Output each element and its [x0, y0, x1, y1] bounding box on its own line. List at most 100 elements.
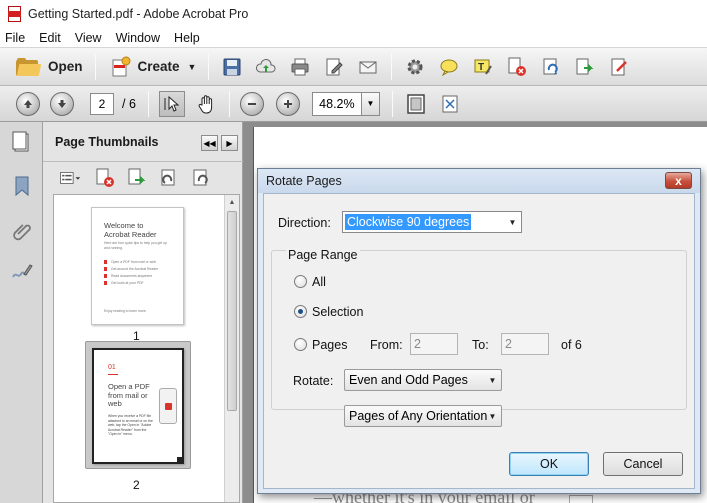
- options-menu-icon[interactable]: [56, 167, 84, 189]
- direction-select[interactable]: Clockwise 90 degrees ▼: [342, 211, 522, 233]
- toolbar-separator: [94, 53, 96, 80]
- menu-help[interactable]: Help: [167, 31, 207, 45]
- from-page-input[interactable]: 2: [410, 333, 458, 355]
- collapse-pane-button[interactable]: ◀◀: [201, 135, 218, 151]
- options-pane-button[interactable]: ▶: [221, 135, 238, 151]
- thumb-phone-image: [159, 388, 177, 424]
- thumbnail-page-1[interactable]: Welcome to Acrobat Reader Here are four …: [91, 207, 184, 325]
- thumb-list-item: Get tools at your PDF: [104, 281, 144, 285]
- zoom-out-button[interactable]: [239, 91, 264, 116]
- navigation-pane-strip: [0, 122, 43, 503]
- open-label: Open: [48, 59, 83, 74]
- toolbar-separator: [228, 90, 230, 117]
- dialog-close-button[interactable]: x: [665, 172, 692, 189]
- extract-icon[interactable]: [574, 56, 596, 78]
- previous-page-button[interactable]: [16, 91, 40, 116]
- select-tool-button[interactable]: [158, 90, 185, 117]
- hand-tool-icon[interactable]: [195, 93, 217, 115]
- close-icon: x: [675, 173, 682, 188]
- print-icon[interactable]: [289, 56, 311, 78]
- attachment-icon[interactable]: [10, 218, 34, 242]
- chevron-right-icon: ▶: [226, 138, 233, 148]
- page-thumbnails-pane: Page Thumbnails ◀◀ ▶ Welcome to Acrobat …: [43, 122, 243, 503]
- menu-bar: File Edit View Window Help: [0, 28, 707, 48]
- cursor-arrow-icon: [164, 95, 180, 112]
- resize-handle[interactable]: [177, 457, 182, 462]
- toolbar-separator: [391, 53, 393, 80]
- menu-file[interactable]: File: [0, 31, 32, 45]
- fit-page-icon[interactable]: [405, 93, 427, 115]
- radio-all-label[interactable]: All: [312, 275, 326, 289]
- save-icon[interactable]: [221, 56, 243, 78]
- radio-selection-label[interactable]: Selection: [312, 305, 363, 319]
- thumbnail-page-2[interactable]: 01 Open a PDF from mail or web When you …: [92, 348, 184, 464]
- cloud-upload-icon[interactable]: [255, 56, 277, 78]
- menu-edit[interactable]: Edit: [32, 31, 68, 45]
- rotate-select[interactable]: Even and Odd Pages ▼: [344, 369, 502, 391]
- open-button[interactable]: Open: [10, 53, 89, 81]
- page-range-label: Page Range: [286, 248, 360, 262]
- bookmark-icon[interactable]: [10, 174, 34, 198]
- chevron-down-icon: ▼: [366, 99, 375, 108]
- to-label: To:: [472, 338, 489, 352]
- orientation-value: Pages of Any Orientation: [349, 409, 488, 423]
- edit-icon[interactable]: [323, 56, 345, 78]
- delete-pages-icon[interactable]: [506, 56, 528, 78]
- rotate-icon[interactable]: [540, 56, 562, 78]
- insert-pages-icon[interactable]: [126, 167, 148, 189]
- create-button[interactable]: Create ▼: [102, 53, 203, 81]
- thumb-heading: Welcome to Acrobat Reader: [104, 221, 157, 239]
- to-page-input[interactable]: 2: [501, 333, 549, 355]
- rotate-clockwise-icon[interactable]: [190, 167, 212, 189]
- highlight-icon[interactable]: T: [472, 56, 494, 78]
- radio-all[interactable]: [294, 275, 307, 288]
- orientation-select[interactable]: Pages of Any Orientation ▼: [344, 405, 502, 427]
- next-page-button[interactable]: [50, 91, 74, 116]
- menu-view[interactable]: View: [68, 31, 109, 45]
- thumb-subtext: Here are four quick tips to help you get…: [104, 241, 167, 250]
- chevron-down-icon: ▼: [508, 217, 517, 227]
- sign-icon[interactable]: [608, 56, 630, 78]
- folder-icon: [16, 57, 42, 76]
- email-icon[interactable]: [357, 56, 379, 78]
- page-number-input[interactable]: 2: [90, 92, 114, 115]
- from-label: From:: [370, 338, 403, 352]
- page-total-label: / 6: [122, 96, 136, 111]
- full-screen-icon[interactable]: [439, 93, 461, 115]
- zoom-level-input[interactable]: 48.2%: [311, 91, 362, 116]
- thumbnails-scrollbar[interactable]: ▲: [224, 195, 239, 502]
- window-title: Getting Started.pdf - Adobe Acrobat Pro: [28, 7, 249, 21]
- radio-selection[interactable]: [294, 305, 307, 318]
- comment-icon[interactable]: [438, 56, 460, 78]
- page-thumbnails-icon[interactable]: [10, 130, 34, 154]
- thumb-heading: Open a PDF from mail or web: [108, 382, 150, 408]
- dialog-title-bar[interactable]: Rotate Pages x: [258, 169, 700, 193]
- dialog-body: Direction: Clockwise 90 degrees ▼ Page R…: [263, 193, 695, 489]
- thumb-body: When you receive a PDF file attached to …: [108, 414, 153, 436]
- rotate-pages-dialog: Rotate Pages x Direction: Clockwise 90 d…: [257, 168, 701, 494]
- scroll-up-arrow-icon[interactable]: ▲: [227, 197, 237, 209]
- pdf-logo-icon: [165, 403, 172, 410]
- zoom-in-button[interactable]: [275, 91, 300, 116]
- thumbnails-list: Welcome to Acrobat Reader Here are four …: [53, 194, 240, 503]
- thumb-step-number: 01: [108, 364, 116, 371]
- toolbar-separator: [391, 90, 393, 117]
- radio-pages[interactable]: [294, 338, 307, 351]
- minus-icon: [247, 102, 256, 105]
- ok-button[interactable]: OK: [509, 452, 589, 476]
- signature-icon[interactable]: [10, 260, 34, 284]
- thumbnail-number-2: 2: [133, 478, 140, 492]
- double-chevron-left-icon: ◀◀: [203, 138, 216, 148]
- chevron-down-icon: ▼: [488, 411, 497, 421]
- scrollbar-thumb[interactable]: [227, 211, 237, 411]
- delete-pages-icon[interactable]: [94, 167, 116, 189]
- menu-window[interactable]: Window: [109, 31, 167, 45]
- rotate-counterclockwise-icon[interactable]: [158, 167, 180, 189]
- acrobat-pdf-icon: [7, 6, 23, 22]
- zoom-dropdown-button[interactable]: ▼: [361, 91, 380, 116]
- cancel-button[interactable]: Cancel: [603, 452, 683, 476]
- navigation-toolbar: 2 / 6 48.2% ▼: [0, 86, 707, 122]
- settings-icon[interactable]: [404, 56, 426, 78]
- svg-text:T: T: [478, 62, 484, 73]
- radio-pages-label[interactable]: Pages: [312, 338, 347, 352]
